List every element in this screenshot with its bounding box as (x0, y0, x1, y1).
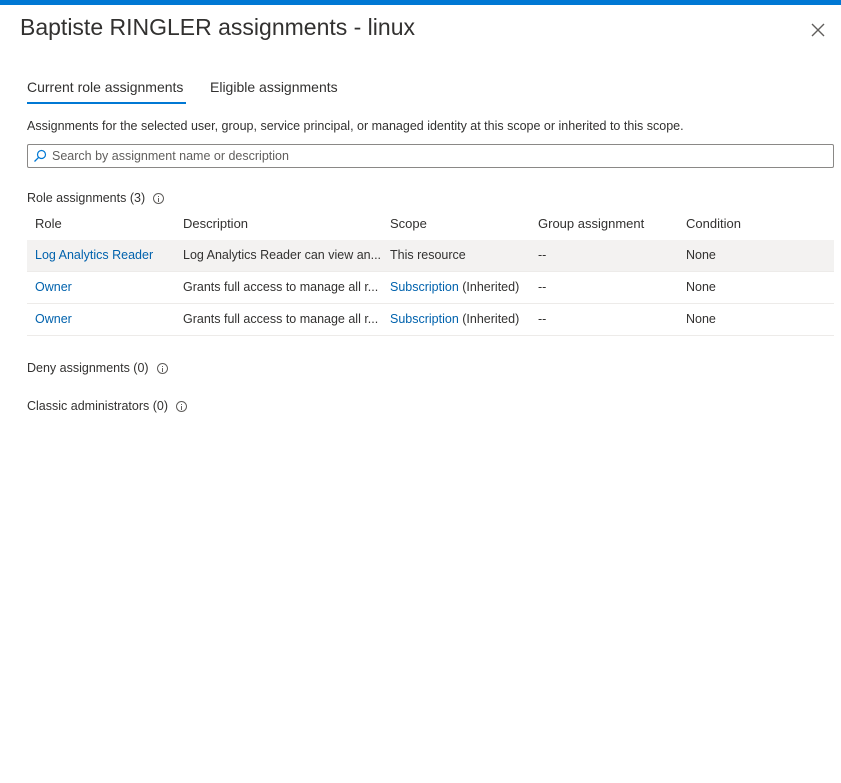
column-header-group-assignment[interactable]: Group assignment (538, 216, 678, 231)
role-description: Grants full access to manage all r... (183, 280, 379, 294)
tab-current-role-assignments[interactable]: Current role assignments (27, 79, 183, 95)
condition-cell: None (686, 312, 716, 326)
scope-text: This resource (390, 248, 466, 262)
info-icon[interactable] (176, 401, 188, 412)
scope-inherited-label: (Inherited) (458, 280, 520, 294)
classic-administrators-heading: Classic administrators (0) (27, 399, 188, 413)
scope-inherited-label: (Inherited) (458, 312, 520, 326)
role-link[interactable]: Owner (35, 280, 175, 294)
deny-assignments-heading: Deny assignments (0) (27, 361, 168, 375)
condition-cell: None (686, 280, 716, 294)
role-link[interactable]: Owner (35, 312, 175, 326)
role-link[interactable]: Log Analytics Reader (35, 248, 175, 262)
column-header-role[interactable]: Role (35, 216, 175, 231)
group-assignment-cell: -- (538, 280, 547, 294)
search-input[interactable] (52, 146, 822, 166)
role-description: Grants full access to manage all r... (183, 312, 379, 326)
group-assignment-cell: -- (538, 248, 547, 262)
column-header-description[interactable]: Description (183, 216, 383, 231)
scope-cell: This resource (390, 248, 530, 262)
tab-eligible-assignments[interactable]: Eligible assignments (210, 79, 338, 95)
search-icon (34, 149, 47, 162)
scope-link[interactable]: Subscription (390, 312, 459, 326)
panel-title: Baptiste RINGLER assignments - linux (20, 14, 415, 40)
info-icon[interactable] (156, 363, 168, 374)
role-assignments-heading: Role assignments (3) (27, 191, 165, 205)
table-row[interactable]: Owner Grants full access to manage all r… (27, 304, 834, 336)
condition-cell: None (686, 248, 716, 262)
table-row[interactable]: Owner Grants full access to manage all r… (27, 272, 834, 304)
search-box (27, 144, 834, 168)
role-description: Log Analytics Reader can view an... (183, 248, 382, 262)
scope-link[interactable]: Subscription (390, 280, 459, 294)
scope-description: Assignments for the selected user, group… (27, 119, 684, 133)
column-header-condition[interactable]: Condition (686, 216, 826, 231)
deny-assignments-label: Deny assignments (0) (27, 361, 149, 375)
table-header: Role Description Scope Group assignment … (27, 210, 834, 240)
active-tab-indicator (27, 102, 186, 104)
scope-cell: Subscription (Inherited) (390, 312, 530, 326)
info-icon[interactable] (153, 193, 165, 204)
scope-cell: Subscription (Inherited) (390, 280, 530, 294)
group-assignment-cell: -- (538, 312, 547, 326)
column-header-scope[interactable]: Scope (390, 216, 530, 231)
role-assignments-table: Role Description Scope Group assignment … (27, 210, 834, 336)
close-icon (811, 23, 825, 37)
role-assignments-label: Role assignments (3) (27, 191, 146, 205)
classic-administrators-label: Classic administrators (0) (27, 399, 169, 413)
table-row[interactable]: Log Analytics Reader Log Analytics Reade… (27, 240, 834, 272)
close-button[interactable] (806, 18, 830, 42)
top-accent-bar (0, 0, 841, 5)
